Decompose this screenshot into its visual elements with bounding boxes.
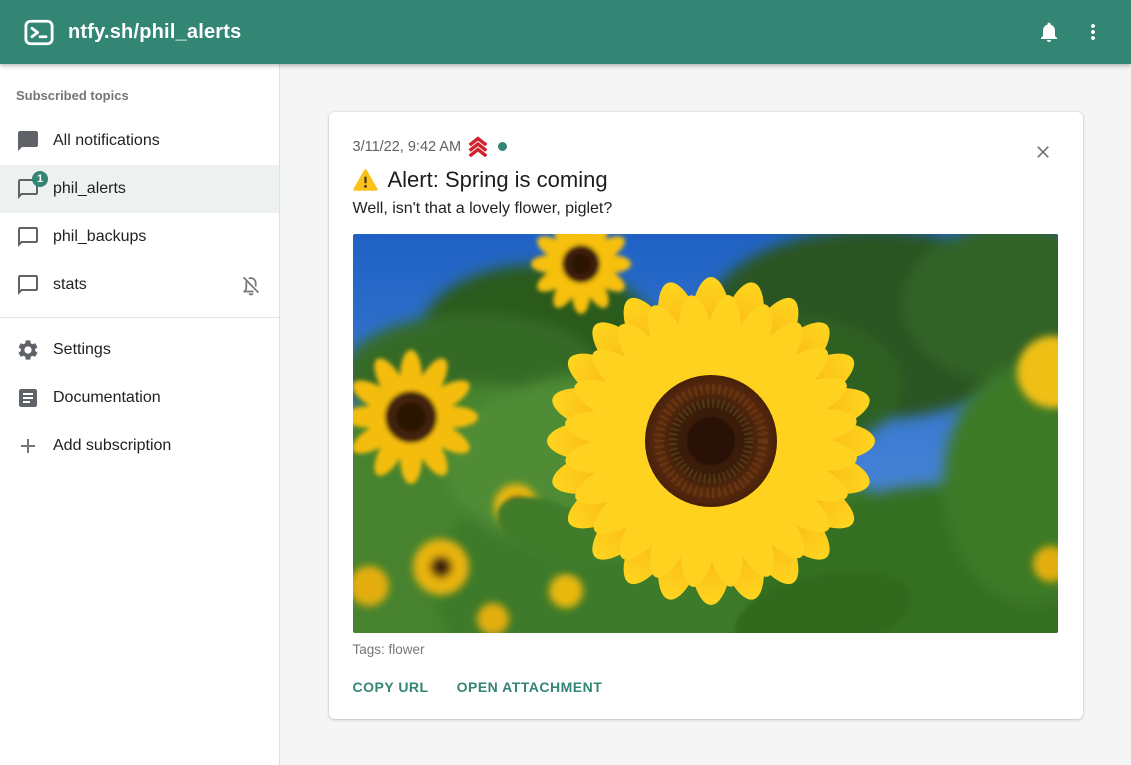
sidebar-item-label: Settings bbox=[53, 341, 111, 359]
sidebar-item-stats[interactable]: stats bbox=[0, 261, 279, 309]
app-title: ntfy.sh/phil_alerts bbox=[68, 21, 241, 44]
sidebar-item-documentation[interactable]: Documentation bbox=[0, 374, 279, 422]
main-content: 3/11/22, 9:42 AM bbox=[280, 64, 1131, 765]
plus-icon bbox=[16, 434, 40, 458]
sidebar-item-label: phil_alerts bbox=[53, 180, 126, 198]
sidebar-item-label: stats bbox=[53, 276, 87, 294]
open-attachment-button[interactable]: OPEN ATTACHMENT bbox=[457, 679, 603, 695]
notifications-bell-button[interactable] bbox=[1027, 10, 1071, 54]
chat-bubble-filled-icon bbox=[16, 129, 40, 153]
unread-count-badge: 1 bbox=[32, 171, 48, 187]
close-icon bbox=[1033, 142, 1053, 162]
priority-max-icon bbox=[467, 136, 489, 157]
sidebar-item-add-subscription[interactable]: Add subscription bbox=[0, 422, 279, 470]
sidebar-divider bbox=[0, 317, 279, 318]
bell-icon bbox=[1037, 20, 1061, 44]
app-bar: ntfy.sh/phil_alerts bbox=[0, 0, 1131, 64]
notifications-muted-icon bbox=[239, 273, 263, 297]
copy-url-button[interactable]: COPY URL bbox=[353, 679, 429, 695]
gear-icon bbox=[16, 338, 40, 362]
kebab-menu-icon bbox=[1081, 20, 1105, 44]
sidebar-item-label: All notifications bbox=[53, 132, 160, 150]
notification-card: 3/11/22, 9:42 AM bbox=[329, 112, 1083, 719]
chat-bubble-outline-icon bbox=[16, 273, 40, 297]
sidebar-item-label: Documentation bbox=[53, 389, 161, 407]
sidebar-item-phil-backups[interactable]: phil_backups bbox=[0, 213, 279, 261]
overflow-menu-button[interactable] bbox=[1071, 10, 1115, 54]
article-icon bbox=[16, 386, 40, 410]
notification-meta: 3/11/22, 9:42 AM bbox=[353, 136, 1059, 157]
attachment-image[interactable] bbox=[353, 234, 1058, 633]
new-notification-dot-icon bbox=[498, 142, 507, 151]
chat-bubble-outline-icon: 1 bbox=[16, 177, 40, 201]
notification-tags: Tags: flower bbox=[353, 642, 1059, 657]
notification-actions: COPY URL OPEN ATTACHMENT bbox=[353, 679, 1059, 695]
sidebar-item-phil-alerts[interactable]: 1 phil_alerts bbox=[0, 165, 279, 213]
timestamp: 3/11/22, 9:42 AM bbox=[353, 139, 462, 155]
sidebar-item-label: Add subscription bbox=[53, 437, 171, 455]
sidebar: Subscribed topics All notifications 1 ph… bbox=[0, 64, 280, 765]
subscribed-topics-caption: Subscribed topics bbox=[0, 64, 279, 117]
sidebar-item-all-notifications[interactable]: All notifications bbox=[0, 117, 279, 165]
chat-bubble-outline-icon bbox=[16, 225, 40, 249]
close-notification-button[interactable] bbox=[1029, 138, 1057, 166]
sidebar-item-settings[interactable]: Settings bbox=[0, 326, 279, 374]
ntfy-terminal-logo-icon bbox=[24, 19, 54, 46]
notification-body: Well, isn't that a lovely flower, piglet… bbox=[353, 200, 1059, 218]
notification-title: Alert: Spring is coming bbox=[353, 167, 1059, 193]
sidebar-item-label: phil_backups bbox=[53, 228, 146, 246]
warning-icon bbox=[353, 169, 378, 192]
